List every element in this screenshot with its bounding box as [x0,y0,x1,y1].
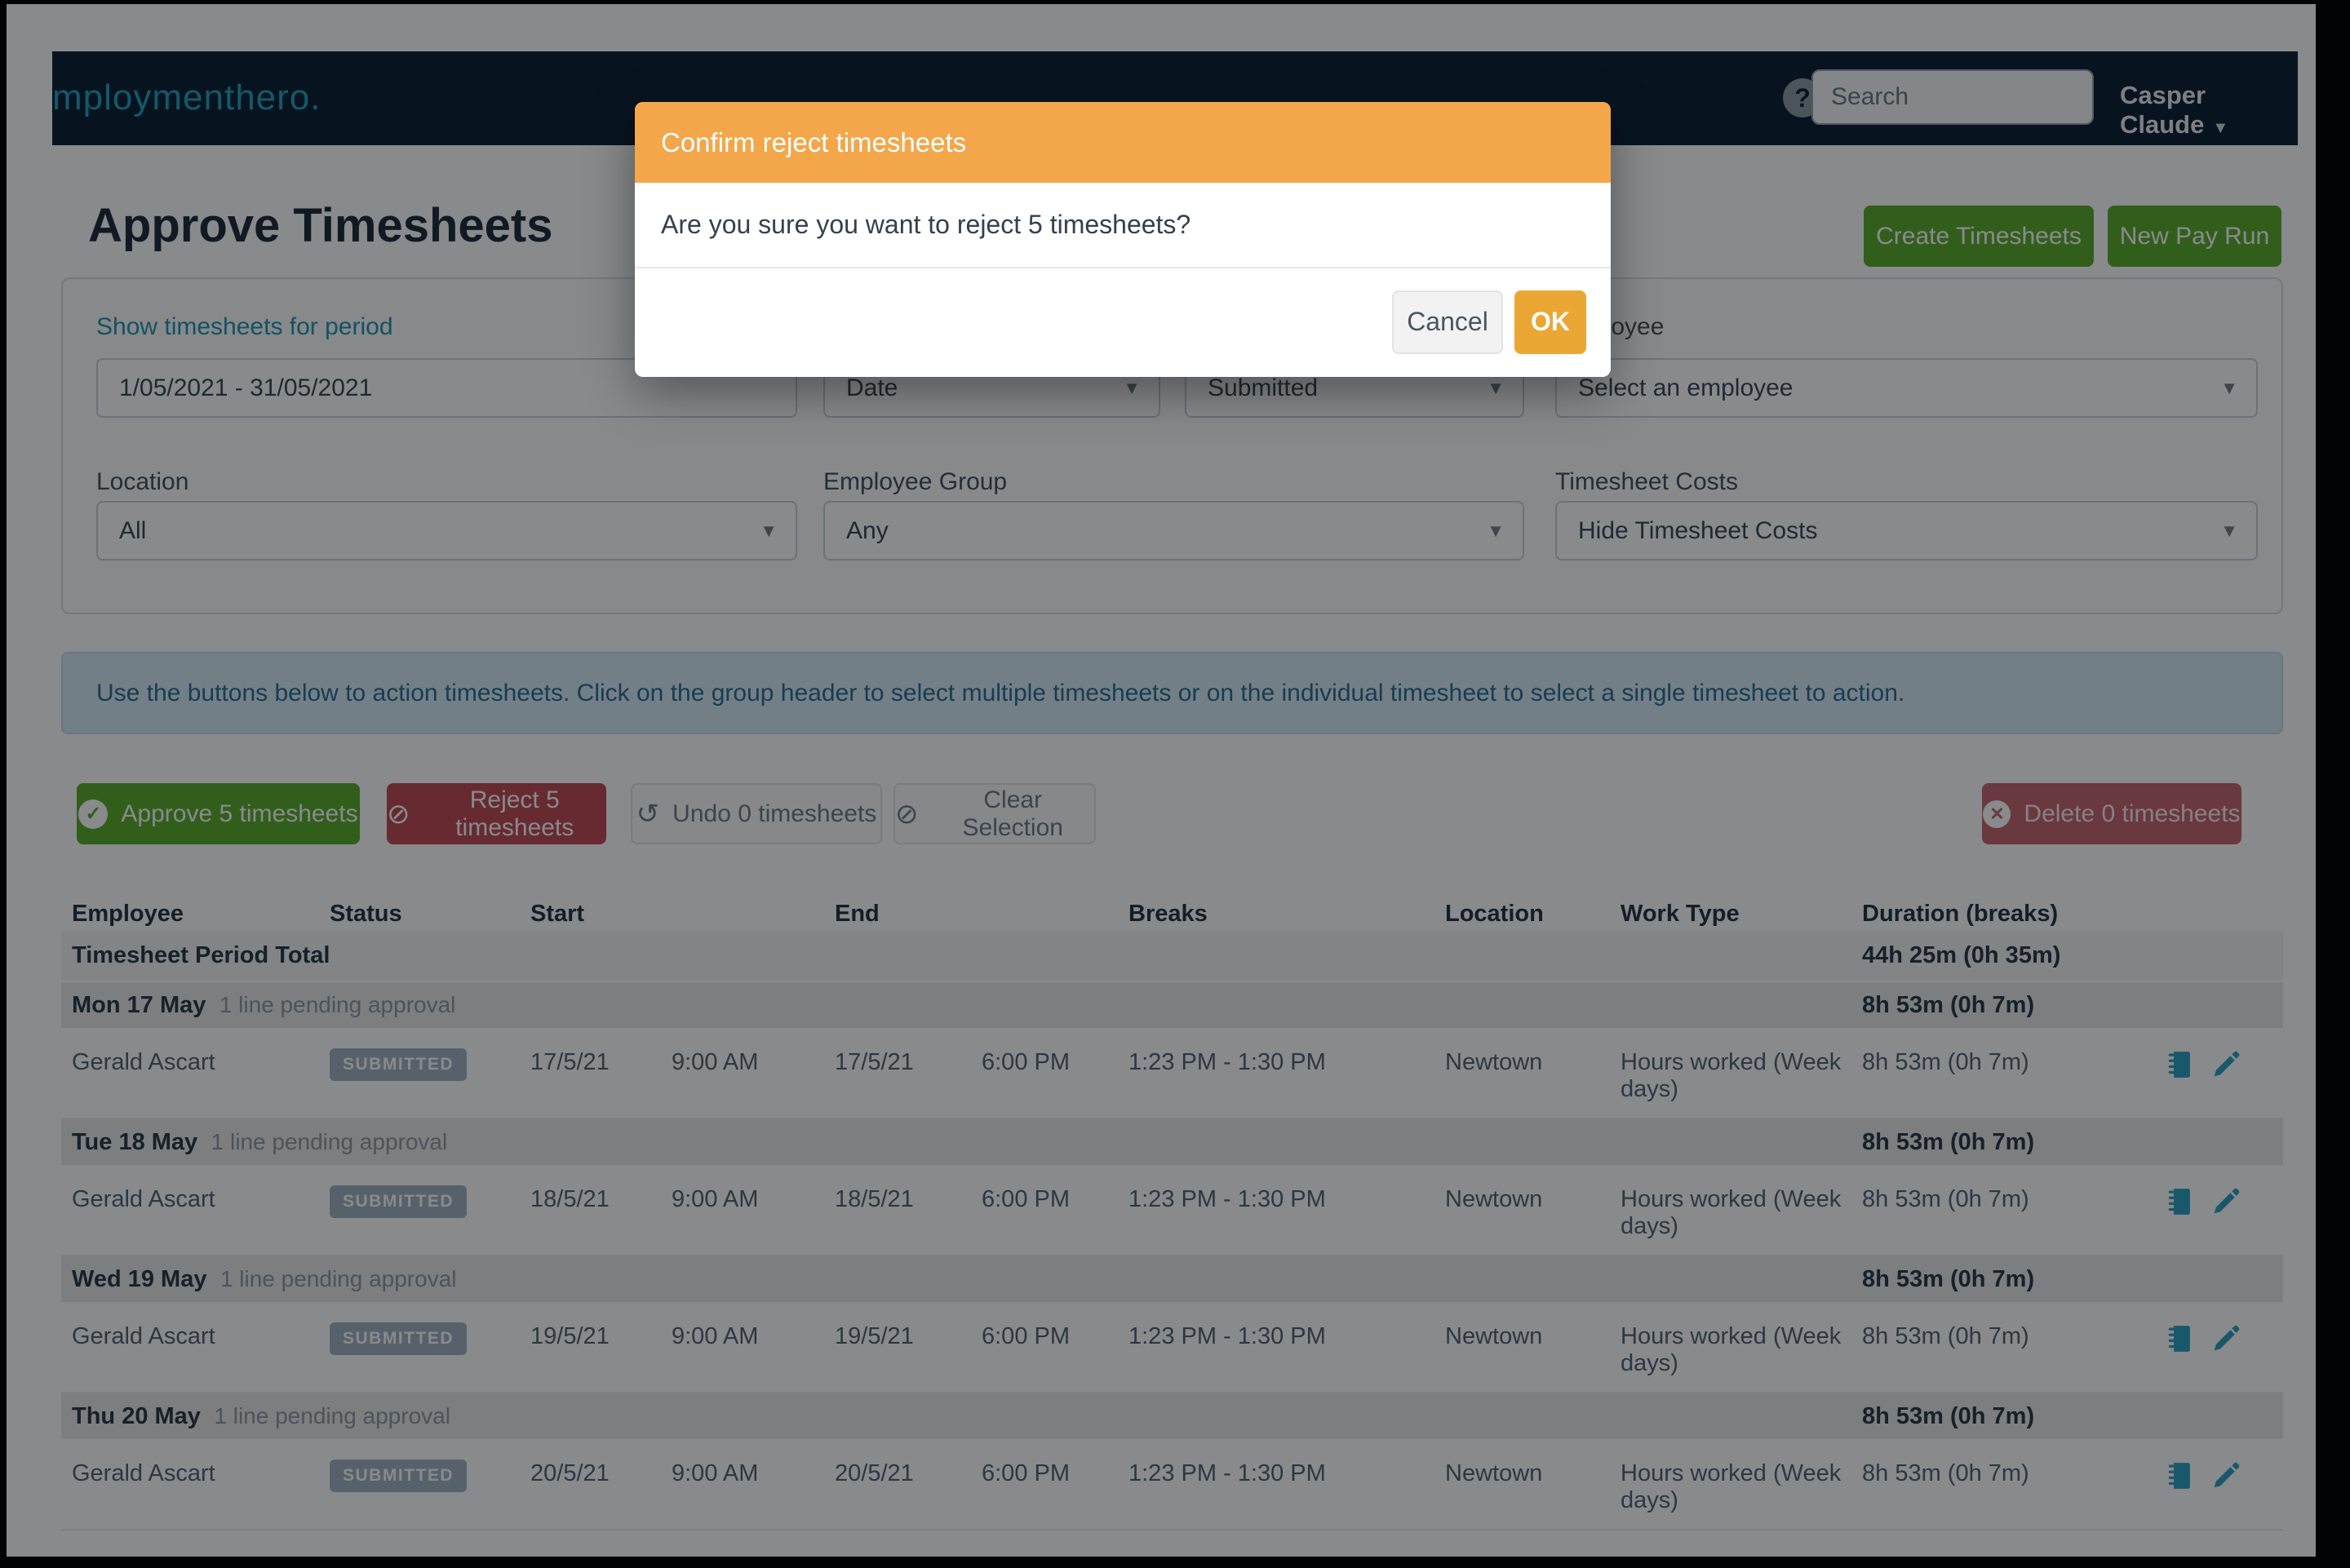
modal-message: Are you sure you want to reject 5 timesh… [635,183,1611,268]
cancel-button[interactable]: Cancel [1392,290,1503,354]
modal-header: Confirm reject timesheets [635,102,1611,183]
modal-footer: Cancel OK [635,268,1611,375]
screenshot-frame: mploymenthero. ? Casper Claude▼ Approve … [0,0,2350,1568]
confirm-reject-modal: Confirm reject timesheets Are you sure y… [635,102,1611,377]
ok-button[interactable]: OK [1514,290,1586,354]
